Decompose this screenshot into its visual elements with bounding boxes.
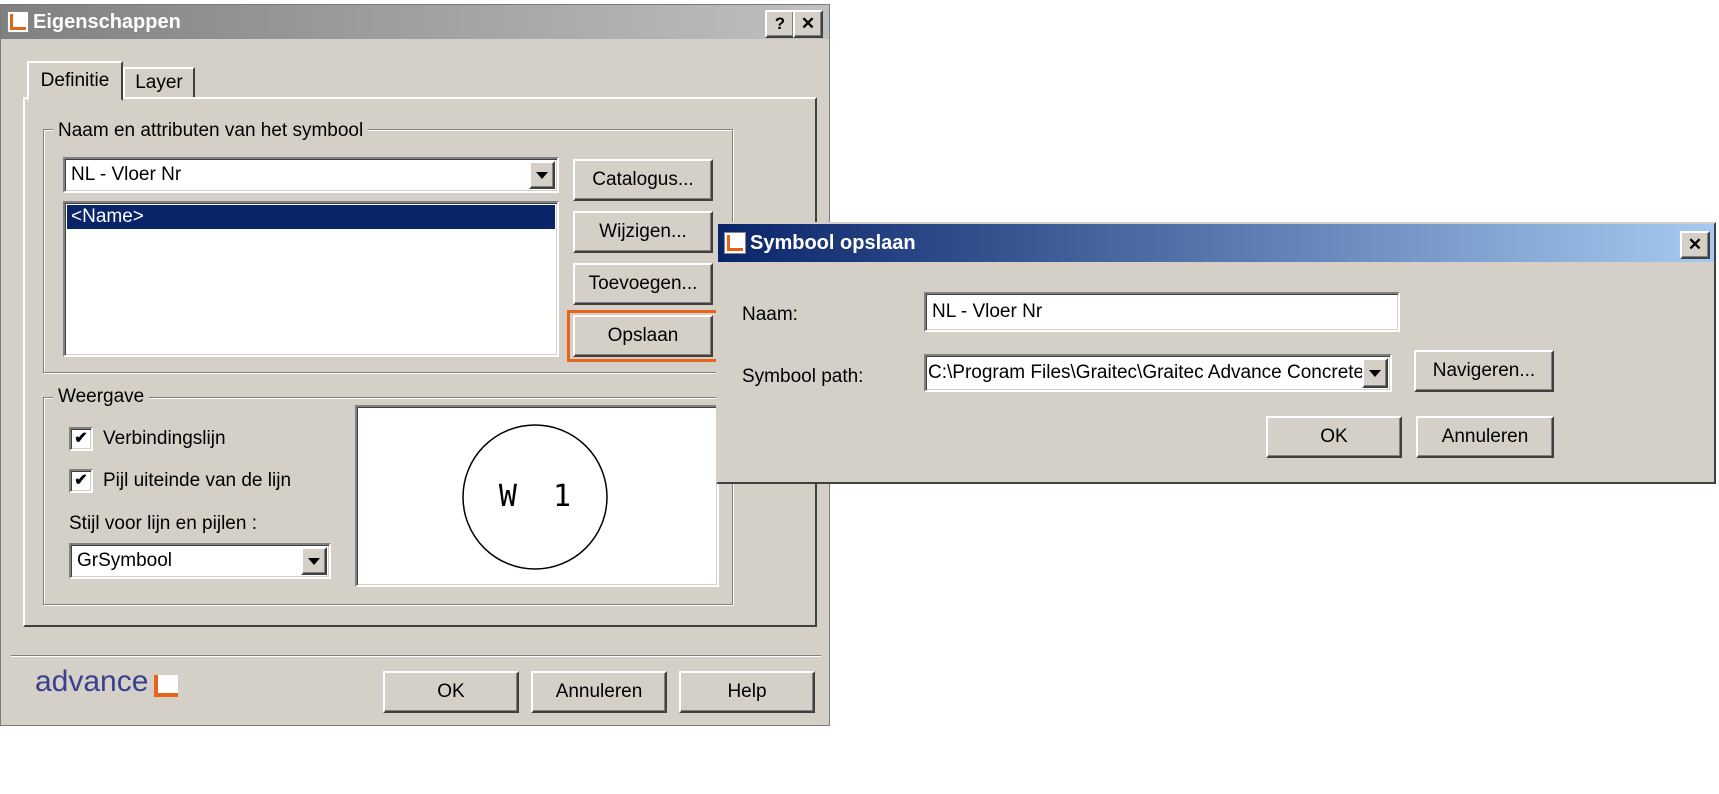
symbol-preview: W 1 [355,405,719,587]
group-name-label: Naam en attributen van het symbool [53,120,369,142]
help-button[interactable]: Help [679,671,815,713]
save-ok-button[interactable]: OK [1266,416,1402,458]
catalogus-button[interactable]: Catalogus... [573,159,713,201]
name-label: Naam: [742,304,798,325]
style-combo[interactable]: GrSymbool [69,543,331,579]
checkbox-verbindingslijn-label: Verbindingslijn [103,428,226,449]
advance-logo-icon [154,675,179,697]
opslaan-button[interactable]: Opslaan [573,315,713,357]
save-symbol-dialog: Symbool opslaan ✕ Naam: NL - Vloer Nr Sy… [716,222,1716,484]
save-close-icon[interactable]: ✕ [1680,231,1710,259]
save-app-icon [724,232,746,254]
style-label: Stijl voor lijn en pijlen : [69,513,257,534]
list-item[interactable]: <Name> [67,205,555,229]
attributes-list[interactable]: <Name> [63,201,559,357]
combo-dropdown-icon[interactable] [529,161,555,189]
checkbox-pijl-box[interactable]: ✔ [69,469,93,493]
tab-definitie-label: Definitie [40,70,110,91]
wijzigen-button[interactable]: Wijzigen... [573,211,713,253]
name-field[interactable]: NL - Vloer Nr [924,292,1400,332]
help-icon[interactable]: ? [765,10,795,38]
symbol-combo[interactable]: NL - Vloer Nr [63,157,559,193]
tab-layer[interactable]: Layer [123,67,195,99]
properties-dialog: Eigenschappen ? ✕ Definitie Layer Naam e… [0,4,830,726]
symbol-combo-value: NL - Vloer Nr [71,164,182,185]
footer-separator [11,655,821,657]
style-dropdown-icon[interactable] [301,547,327,575]
checkbox-verbindingslijn[interactable]: ✔ Verbindingslijn [69,425,226,453]
name-field-value: NL - Vloer Nr [932,301,1043,322]
tab-definitie[interactable]: Definitie [27,61,123,101]
save-titlebar[interactable]: Symbool opslaan ✕ [718,224,1714,262]
toevoegen-button[interactable]: Toevoegen... [573,263,713,305]
tab-layer-label: Layer [135,72,183,93]
style-combo-value: GrSymbool [77,550,173,571]
preview-text: W 1 [498,479,572,514]
checkbox-pijl[interactable]: ✔ Pijl uiteinde van de lijn [69,467,291,495]
app-icon [7,11,29,33]
path-dropdown-icon[interactable] [1362,358,1388,388]
advance-logo: advance [35,665,179,699]
close-icon[interactable]: ✕ [793,10,823,38]
ok-button[interactable]: OK [383,671,519,713]
path-combo[interactable]: C:\Program Files\Graitec\Graitec Advance… [924,354,1392,392]
path-combo-value: C:\Program Files\Graitec\Graitec Advance… [928,362,1364,383]
save-title: Symbool opslaan [750,231,916,254]
list-item-label: <Name> [71,206,144,227]
navigeren-button[interactable]: Navigeren... [1414,350,1554,392]
group-display-label: Weergave [53,386,150,408]
checkbox-verbindingslijn-box[interactable]: ✔ [69,427,93,451]
save-cancel-button[interactable]: Annuleren [1416,416,1554,458]
annuleren-button[interactable]: Annuleren [531,671,667,713]
properties-title: Eigenschappen [33,10,181,33]
advance-logo-text: advance [35,665,149,698]
checkbox-pijl-label: Pijl uiteinde van de lijn [103,470,292,491]
path-label: Symbool path: [742,366,864,387]
properties-titlebar[interactable]: Eigenschappen ? ✕ [1,5,829,39]
